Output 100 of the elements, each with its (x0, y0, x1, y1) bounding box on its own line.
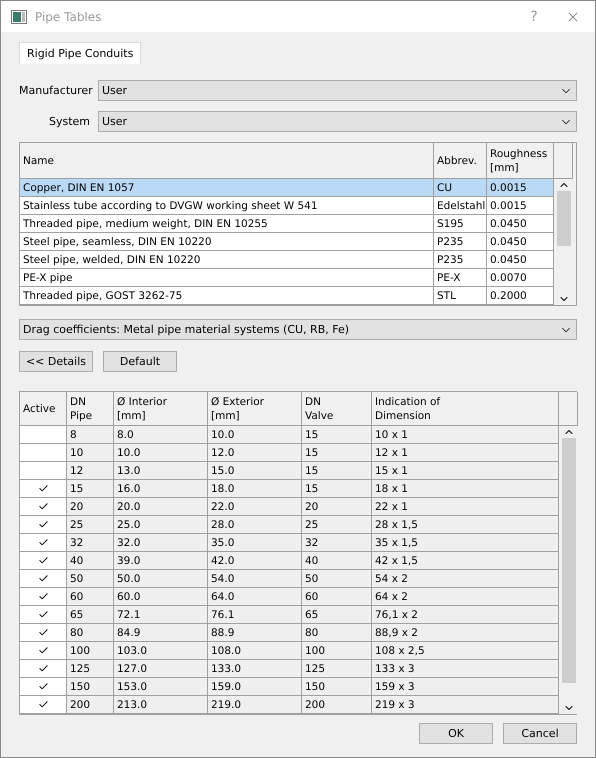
table-cell[interactable]: 0.0070 (487, 269, 554, 287)
table-cell: 60 (67, 588, 114, 606)
table-cell: 25 (302, 516, 372, 534)
table-cell: 42 x 1,5 (372, 552, 559, 570)
table-cell[interactable]: STL (434, 287, 487, 305)
table-cell: 25.0 (114, 516, 208, 534)
dropdown[interactable]: Drag coefficients: Metal pipe material systems (CU, RB, Fe) (19, 319, 577, 340)
table-cell: 150 (302, 678, 372, 696)
table-cell: 8.0 (114, 426, 208, 444)
table-cell: 15 (67, 480, 114, 498)
column-header[interactable]: Abbrev. (434, 143, 487, 179)
button[interactable]: Cancel (503, 723, 577, 744)
table-cell[interactable]: 0.0450 (487, 233, 554, 251)
table-cell[interactable]: P235 (434, 233, 487, 251)
table-cell[interactable]: Steel pipe, seamless, DIN EN 10220 (20, 233, 434, 251)
table-cell: 153.0 (114, 678, 208, 696)
active-checkbox-cell[interactable] (20, 444, 67, 462)
table-cell[interactable]: PE-X (434, 269, 487, 287)
active-checkbox-cell[interactable] (20, 462, 67, 480)
table-cell[interactable]: 0.0450 (487, 215, 554, 233)
table-cell: 60.0 (114, 588, 208, 606)
table-cell: 50 (302, 570, 372, 588)
active-checkbox-cell[interactable] (20, 534, 67, 552)
scrollbar-thumb[interactable] (556, 191, 570, 246)
active-checkbox-cell[interactable] (20, 516, 67, 534)
table-cell: 10 (67, 444, 114, 462)
table-cell: 12 x 1 (372, 444, 559, 462)
table-cell: 20.0 (114, 498, 208, 516)
table-cell: 20 (302, 498, 372, 516)
table-cell: 64.0 (208, 588, 302, 606)
column-header[interactable]: Ø Exterior [mm] (208, 392, 302, 426)
table-cell: 15 (302, 480, 372, 498)
table-cell[interactable]: P235 (434, 251, 487, 269)
table-cell[interactable]: Threaded pipe, medium weight, DIN EN 10255 (20, 215, 434, 233)
table-cell[interactable]: Copper, DIN EN 1057 (20, 179, 434, 197)
active-checkbox-cell[interactable] (20, 606, 67, 624)
button[interactable]: << Details (19, 351, 93, 372)
table-cell: 22.0 (208, 498, 302, 516)
active-checkbox-cell[interactable] (20, 624, 67, 642)
dropdown[interactable]: User (98, 80, 577, 101)
tab[interactable]: Rigid Pipe Conduits (19, 42, 142, 64)
table-cell: 64 x 2 (372, 588, 559, 606)
table-cell[interactable]: PE-X pipe (20, 269, 434, 287)
table-cell: 39.0 (114, 552, 208, 570)
active-checkbox-cell[interactable] (20, 480, 67, 498)
active-checkbox-cell[interactable] (20, 426, 67, 444)
table-cell: 219.0 (208, 696, 302, 714)
table-cell: 15 x 1 (372, 462, 559, 480)
table-cell[interactable]: 0.0015 (487, 179, 554, 197)
table-cell: 213.0 (114, 696, 208, 714)
table-cell[interactable]: Steel pipe, welded, DIN EN 10220 (20, 251, 434, 269)
table-cell: 12.0 (208, 444, 302, 462)
active-checkbox-cell[interactable] (20, 660, 67, 678)
table-cell: 54.0 (208, 570, 302, 588)
column-header[interactable]: Ø Interior [mm] (114, 392, 208, 426)
button[interactable]: Default (103, 351, 177, 372)
app-icon (11, 10, 27, 24)
column-header[interactable]: DN Valve (302, 392, 372, 426)
table-cell: 80 (302, 624, 372, 642)
button[interactable]: OK (419, 723, 493, 744)
table-cell[interactable]: S195 (434, 215, 487, 233)
active-checkbox-cell[interactable] (20, 498, 67, 516)
column-header[interactable]: Name (20, 143, 434, 179)
table-cell: 35.0 (208, 534, 302, 552)
scrollbar-thumb[interactable] (562, 438, 576, 683)
table-cell: 60 (302, 588, 372, 606)
table-cell: 125 (67, 660, 114, 678)
dropdown[interactable]: User (98, 111, 577, 132)
table-cell[interactable]: 0.0015 (487, 197, 554, 215)
table-cell: 80 (67, 624, 114, 642)
active-checkbox-cell[interactable] (20, 642, 67, 660)
column-header[interactable]: Indication of Dimension (372, 392, 559, 426)
table-cell[interactable]: CU (434, 179, 487, 197)
table-cell: 42.0 (208, 552, 302, 570)
table-cell: 18.0 (208, 480, 302, 498)
column-header[interactable]: Active (20, 392, 67, 426)
table-cell: 76.1 (208, 606, 302, 624)
active-checkbox-cell[interactable] (20, 588, 67, 606)
table-cell: 13.0 (114, 462, 208, 480)
column-header[interactable]: DN Pipe (67, 392, 114, 426)
table-cell: 50 (67, 570, 114, 588)
window-title: Pipe Tables (35, 10, 102, 24)
active-checkbox-cell[interactable] (20, 696, 67, 714)
active-checkbox-cell[interactable] (20, 552, 67, 570)
column-header[interactable]: Roughness [mm] (487, 143, 554, 179)
table-cell[interactable]: Stainless tube according to DVGW working sheet W 541 (20, 197, 434, 215)
table-cell: 200 (302, 696, 372, 714)
table-cell: 50.0 (114, 570, 208, 588)
table-cell: 159 x 3 (372, 678, 559, 696)
table-cell[interactable]: Threaded pipe, GOST 3262-75 (20, 287, 434, 305)
active-checkbox-cell[interactable] (20, 570, 67, 588)
table-cell: 200 (67, 696, 114, 714)
table-cell: 127.0 (114, 660, 208, 678)
table-cell: 10 x 1 (372, 426, 559, 444)
table-cell: 103.0 (114, 642, 208, 660)
table-cell[interactable]: 0.2000 (487, 287, 554, 305)
table-cell[interactable]: 0.0450 (487, 251, 554, 269)
active-checkbox-cell[interactable] (20, 678, 67, 696)
table-cell: 40 (302, 552, 372, 570)
table-cell[interactable]: Edelstahl (434, 197, 487, 215)
